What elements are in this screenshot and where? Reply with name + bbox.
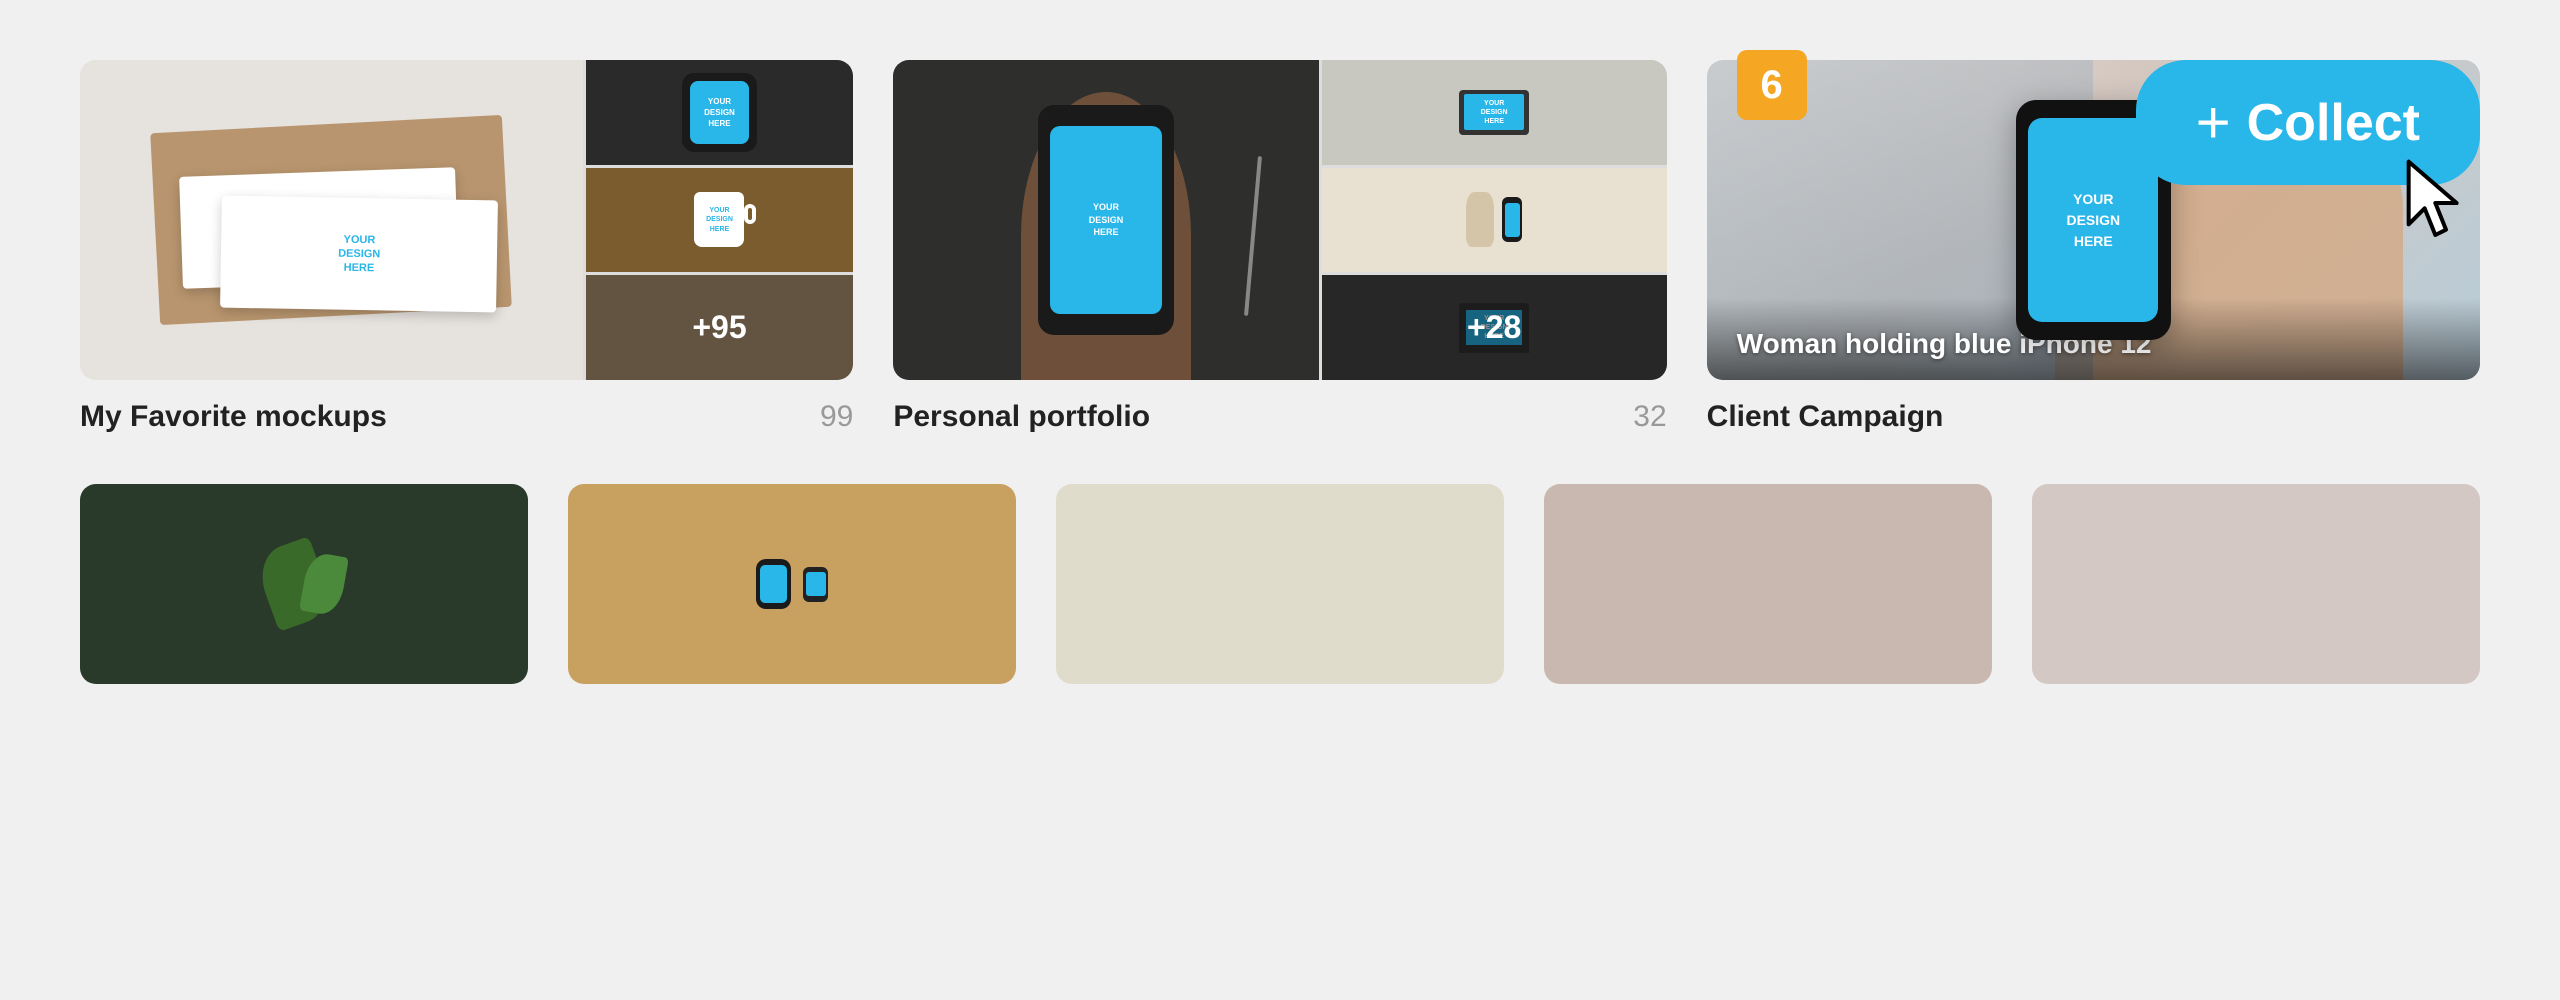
side-grid-portfolio: YOURDESIGNHERE [1322, 60, 1667, 380]
collection-favorite[interactable]: YOURDESIGNHERE YOURDESIGNHERE YOURDESIGN… [80, 60, 853, 434]
plus-icon: + [2196, 88, 2231, 157]
collection-footer-client: Client Campaign [1707, 400, 2480, 434]
bottom-item-plant[interactable] [80, 484, 528, 684]
image-phone-hand: YOURDESIGNHERE [586, 60, 854, 165]
collection-title-portfolio: Personal portfolio [893, 400, 1150, 434]
bottom-item-watch-phone[interactable] [568, 484, 1016, 684]
main-image-biz-cards: YOURDESIGNHERE YOURDESIGNHERE [80, 60, 583, 380]
image-mug: YOURDESIGNHERE [586, 168, 854, 273]
collection-footer-favorite: My Favorite mockups 99 [80, 400, 853, 434]
collection-footer-portfolio: Personal portfolio 32 [893, 400, 1666, 434]
bottom-item-portrait-2[interactable] [2032, 484, 2480, 684]
collection-count-favorite: 99 [820, 400, 853, 434]
image-tv-room: YOURDESIGNHERE [1322, 60, 1667, 165]
collections-row: YOURDESIGNHERE YOURDESIGNHERE YOURDESIGN… [80, 60, 2480, 434]
collect-label: Collect [2247, 93, 2420, 153]
collection-mosaic-portfolio: YOURDESIGNHERE YOURDESIGNHERE [893, 60, 1666, 380]
count-overlay-portfolio: +28 [1467, 309, 1521, 346]
collection-title-client: Client Campaign [1707, 400, 1944, 434]
bottom-item-office[interactable] [1056, 484, 1504, 684]
image-vase [1322, 168, 1667, 273]
collection-count-portfolio: 32 [1633, 400, 1666, 434]
collection-portfolio[interactable]: YOURDESIGNHERE YOURDESIGNHERE [893, 60, 1666, 434]
count-overlay: +95 [692, 309, 746, 346]
collection-mosaic-favorite: YOURDESIGNHERE YOURDESIGNHERE YOURDESIGN… [80, 60, 853, 380]
side-grid-favorite: YOURDESIGNHERE YOURDESIGNHERE [586, 60, 854, 380]
badge-6: 6 [1737, 50, 1807, 120]
image-person-room: +95 [586, 275, 854, 380]
bottom-item-portrait-1[interactable] [1544, 484, 1992, 684]
bottom-row [80, 484, 2480, 684]
collect-button[interactable]: + Collect [2136, 60, 2480, 185]
collection-title-favorite: My Favorite mockups [80, 400, 387, 434]
main-image-phone-desk: YOURDESIGNHERE [893, 60, 1318, 380]
image-laptop-dark: YOURDESIGNHERE +28 [1322, 275, 1667, 380]
page-container: + Collect YOURDESIGNHERE YOURDESI [0, 0, 2560, 1000]
